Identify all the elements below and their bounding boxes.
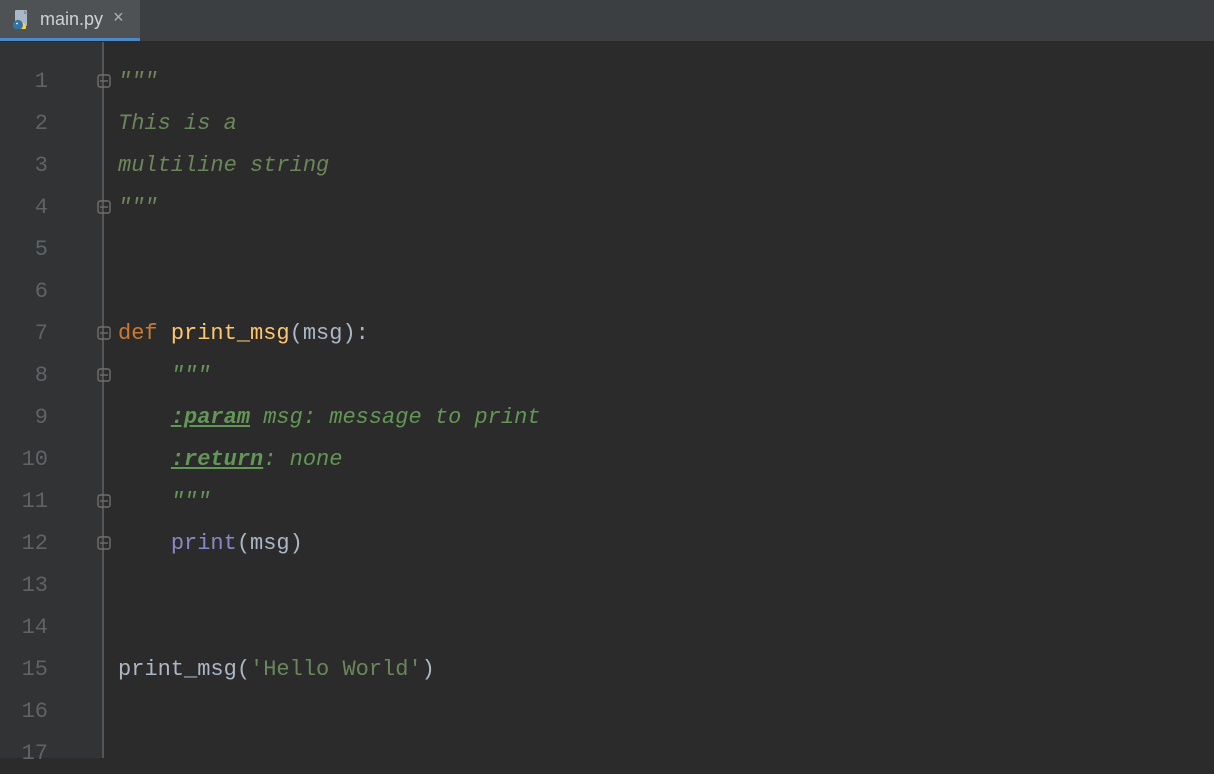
line-number: 2 (0, 102, 104, 144)
line-number: 14 (0, 606, 104, 648)
line-number: 17 (0, 732, 104, 774)
line-number: 5 (0, 228, 104, 270)
python-file-icon (12, 9, 32, 29)
code-line: """ (118, 480, 1214, 522)
code-area[interactable]: """ This is a multiline string """ def p… (104, 42, 1214, 758)
line-number: 15 (0, 648, 104, 690)
code-editor[interactable]: 1 2 3 4 5 6 7 8 9 10 11 (0, 42, 1214, 758)
tab-bar: main.py × (0, 0, 1214, 42)
line-number: 10 (0, 438, 104, 480)
line-number: 12 (0, 522, 104, 564)
code-line (118, 270, 1214, 312)
line-number: 8 (0, 354, 104, 396)
code-line (118, 564, 1214, 606)
line-number: 4 (0, 186, 104, 228)
code-line: print(msg) (118, 522, 1214, 564)
line-number: 3 (0, 144, 104, 186)
code-line: multiline string (118, 144, 1214, 186)
code-line (118, 606, 1214, 648)
code-line: print_msg('Hello World') (118, 648, 1214, 690)
line-number: 7 (0, 312, 104, 354)
code-line (118, 732, 1214, 774)
line-number: 16 (0, 690, 104, 732)
close-icon[interactable]: × (111, 8, 126, 30)
line-number: 11 (0, 480, 104, 522)
line-number: 9 (0, 396, 104, 438)
code-line: """ (118, 186, 1214, 228)
tab-main-py[interactable]: main.py × (0, 0, 140, 41)
code-line: :return: none (118, 438, 1214, 480)
code-line: """ (118, 60, 1214, 102)
line-number: 6 (0, 270, 104, 312)
code-line: def print_msg(msg): (118, 312, 1214, 354)
line-number: 13 (0, 564, 104, 606)
gutter: 1 2 3 4 5 6 7 8 9 10 11 (0, 42, 104, 758)
code-line (118, 690, 1214, 732)
tab-filename: main.py (40, 9, 103, 30)
code-line (118, 228, 1214, 270)
line-number: 1 (0, 60, 104, 102)
code-line: This is a (118, 102, 1214, 144)
code-line: :param msg: message to print (118, 396, 1214, 438)
code-line: """ (118, 354, 1214, 396)
